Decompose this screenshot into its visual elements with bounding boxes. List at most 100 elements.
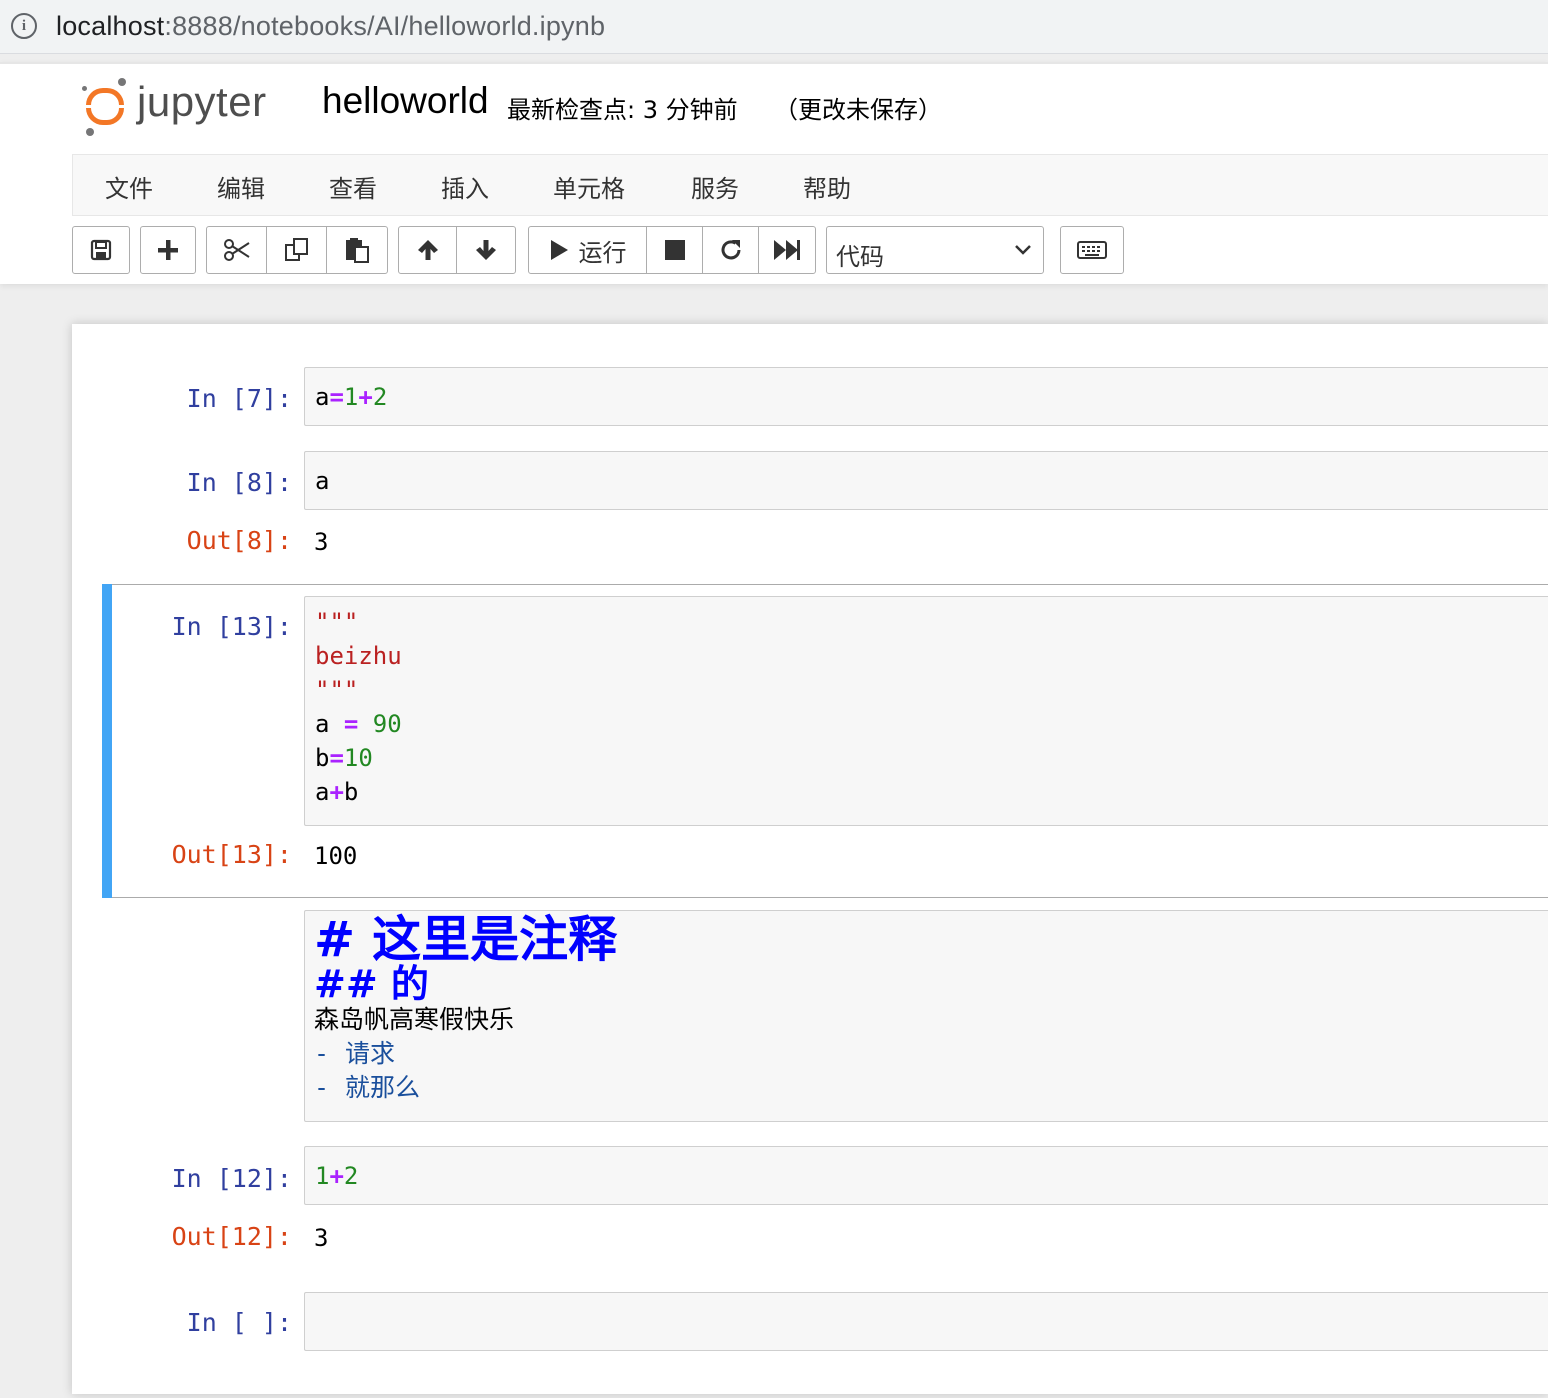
restart-run-all-button[interactable]: [759, 227, 815, 273]
cell-type-value: 代码: [836, 243, 884, 271]
code-token: 2: [372, 383, 388, 411]
code-token: 90: [358, 710, 402, 738]
copy-button[interactable]: [267, 227, 327, 273]
restart-button[interactable]: [703, 227, 759, 273]
markdown-input[interactable]: # 这里是注释 ## 的 森岛帆高寒假快乐 - 请求 - 就那么: [304, 910, 1548, 1122]
plus-icon: [158, 240, 178, 260]
code-token: +: [358, 383, 373, 411]
move-up-button[interactable]: [399, 227, 457, 273]
logo-text: jupyter: [137, 78, 267, 125]
markdown-list-item: - 就那么: [314, 1071, 617, 1105]
cut-button[interactable]: [207, 227, 267, 273]
paste-icon: [346, 238, 369, 263]
keyboard-icon: [1077, 241, 1107, 259]
menu-edit[interactable]: 编辑: [217, 169, 265, 204]
url-text[interactable]: localhost:8888/notebooks/AI/helloworld.i…: [56, 11, 605, 42]
fast-forward-icon: [774, 240, 800, 260]
menu-cell[interactable]: 单元格: [553, 169, 625, 204]
code-token: =: [329, 383, 344, 411]
insert-cell-button[interactable]: [141, 227, 195, 273]
output-prompt: Out[8]:: [186, 526, 292, 555]
run-button[interactable]: 运行: [529, 227, 647, 273]
code-block: """ beizhu """ a = 90 b=10 a+b: [315, 605, 402, 809]
markdown-heading-2: ## 的: [314, 962, 429, 1006]
restart-icon: [721, 240, 740, 260]
keyboard-group: [1060, 226, 1124, 274]
interrupt-button[interactable]: [647, 227, 703, 273]
code-input[interactable]: a=1+2: [304, 367, 1548, 426]
copy-icon: [284, 238, 308, 261]
code-token: =: [343, 710, 359, 738]
url-path: :8888/notebooks/AI/helloworld.ipynb: [164, 11, 606, 41]
browser-address-bar[interactable]: i localhost:8888/notebooks/AI/helloworld…: [0, 0, 1548, 54]
notebook-container: In [7]: a=1+2 In [8]: a Out[8]: 3 In [13…: [72, 324, 1548, 1394]
save-icon: [90, 239, 112, 261]
move-group: [398, 226, 516, 274]
output-text: 3: [314, 1224, 329, 1252]
code-input[interactable]: [304, 1292, 1548, 1351]
clipboard-group: [206, 226, 388, 274]
input-prompt: In [13]:: [171, 612, 292, 641]
input-prompt: In [8]:: [186, 468, 292, 497]
arrow-up-icon: [417, 240, 438, 260]
code-line: """: [315, 676, 359, 704]
move-down-button[interactable]: [457, 227, 515, 273]
autosave-status: （更改未保存）: [774, 96, 942, 124]
notebook-header: jupyter helloworld 最新检查点: 3 分钟前 （更改未保存） …: [0, 62, 1548, 284]
code-line: a = 90: [315, 707, 402, 741]
notebook-title[interactable]: helloworld: [322, 80, 489, 122]
save-group: [72, 226, 130, 274]
run-icon: [550, 240, 568, 260]
command-palette-button[interactable]: [1061, 227, 1123, 273]
list-dash: -: [314, 1039, 330, 1068]
code-token: 2: [343, 1162, 359, 1190]
code-token: 10: [343, 744, 373, 772]
selection-bar: [102, 584, 112, 898]
menu-help[interactable]: 帮助: [803, 169, 851, 204]
paste-button[interactable]: [327, 227, 387, 273]
run-label: 运行: [578, 238, 627, 267]
output-text: 100: [314, 842, 358, 870]
url-host: localhost: [56, 11, 165, 41]
menubar: 文件 编辑 查看 插入 单元格 服务 帮助: [72, 154, 1548, 216]
code-token: a: [315, 778, 330, 806]
code-line: a+b: [315, 775, 402, 809]
save-button[interactable]: [73, 227, 129, 273]
menu-view[interactable]: 查看: [329, 169, 377, 204]
code-line: 1+2: [315, 1159, 358, 1193]
code-line: a: [315, 467, 330, 495]
code-token: +: [329, 778, 344, 806]
menu-kernel[interactable]: 服务: [691, 169, 739, 204]
output-prompt: Out[12]:: [171, 1222, 292, 1251]
code-input[interactable]: 1+2: [304, 1146, 1548, 1205]
input-prompt: In [12]:: [171, 1164, 292, 1193]
jupyter-logo[interactable]: jupyter: [80, 76, 300, 136]
code-input[interactable]: """ beizhu """ a = 90 b=10 a+b: [304, 596, 1548, 826]
code-token: b: [315, 744, 330, 772]
code-token: a: [315, 383, 330, 411]
code-line: beizhu: [315, 642, 402, 670]
input-prompt: In [7]:: [186, 384, 292, 413]
menu-file[interactable]: 文件: [105, 169, 153, 204]
toolbar: 运行 代码: [0, 226, 1548, 276]
output-prompt: Out[13]:: [171, 840, 292, 869]
list-dash: -: [314, 1073, 330, 1102]
code-line: a=1+2: [315, 380, 387, 414]
code-token: +: [329, 1162, 344, 1190]
list-item-text: 就那么: [344, 1073, 420, 1102]
code-input[interactable]: a: [304, 451, 1548, 510]
code-token: 1: [343, 383, 359, 411]
code-token: 1: [315, 1162, 330, 1190]
input-prompt: In [ ]:: [186, 1308, 292, 1337]
cut-icon: [223, 239, 250, 261]
menu-insert[interactable]: 插入: [441, 169, 489, 204]
code-token: =: [329, 744, 344, 772]
checkpoint-status: 最新检查点: 3 分钟前: [507, 96, 738, 124]
arrow-down-icon: [476, 240, 496, 260]
run-group: 运行: [528, 226, 816, 274]
insert-group: [140, 226, 196, 274]
info-icon[interactable]: i: [11, 13, 37, 39]
cell-type-select[interactable]: 代码: [826, 226, 1044, 274]
stop-icon: [664, 240, 685, 260]
output-text: 3: [314, 528, 329, 556]
